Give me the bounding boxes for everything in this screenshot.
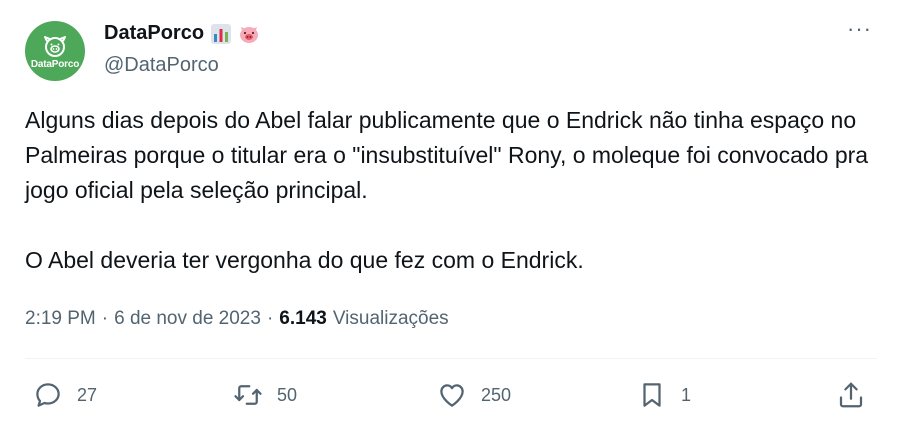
- pig-icon: [44, 35, 66, 57]
- reply-icon: [36, 383, 60, 407]
- avatar-text: DataPorco: [30, 58, 80, 70]
- tweet-paragraph: O Abel deveria ter vergonha do que fez c…: [25, 247, 584, 273]
- tweet-paragraph: Alguns dias depois do Abel falar publica…: [25, 107, 869, 203]
- heart-icon: [440, 384, 464, 407]
- more-options-icon[interactable]: ···: [847, 18, 872, 40]
- display-name[interactable]: DataPorco: [104, 22, 204, 45]
- retweet-button[interactable]: 50: [233, 375, 297, 415]
- bookmark-button[interactable]: 1: [637, 375, 691, 415]
- tweet-time[interactable]: 2:19 PM: [25, 308, 96, 330]
- views-label: Visualizações: [332, 308, 449, 329]
- bookmark-count: 1: [681, 384, 692, 405]
- like-count: 250: [481, 384, 512, 405]
- bookmark-icon: [643, 383, 661, 407]
- like-button[interactable]: 250: [437, 375, 511, 415]
- divider: [25, 358, 877, 359]
- avatar[interactable]: DataPorco: [25, 21, 85, 81]
- name-row: DataPorco: [104, 22, 260, 45]
- retweet-count: 50: [277, 384, 298, 405]
- tweet-date[interactable]: 6 de nov de 2023: [114, 308, 261, 330]
- views-count: 6.143: [279, 308, 327, 329]
- retweet-icon: [234, 385, 262, 405]
- tweet-text: Alguns dias depois do Abel falar publica…: [25, 103, 875, 278]
- action-bar: 27 50 250 1: [0, 375, 901, 415]
- handle[interactable]: @DataPorco: [104, 54, 219, 77]
- share-button[interactable]: [836, 375, 866, 415]
- pig-face-emoji-icon: [240, 26, 259, 43]
- tweet-meta: 2:19 PM · 6 de nov de 2023 · 6.143 Visua…: [25, 308, 449, 330]
- meta-separator: ·: [101, 308, 109, 329]
- reply-count: 27: [77, 384, 98, 405]
- bar-chart-emoji-icon: [211, 23, 232, 44]
- meta-separator: ·: [266, 308, 274, 329]
- reply-button[interactable]: 27: [33, 375, 97, 415]
- share-icon: [839, 382, 863, 408]
